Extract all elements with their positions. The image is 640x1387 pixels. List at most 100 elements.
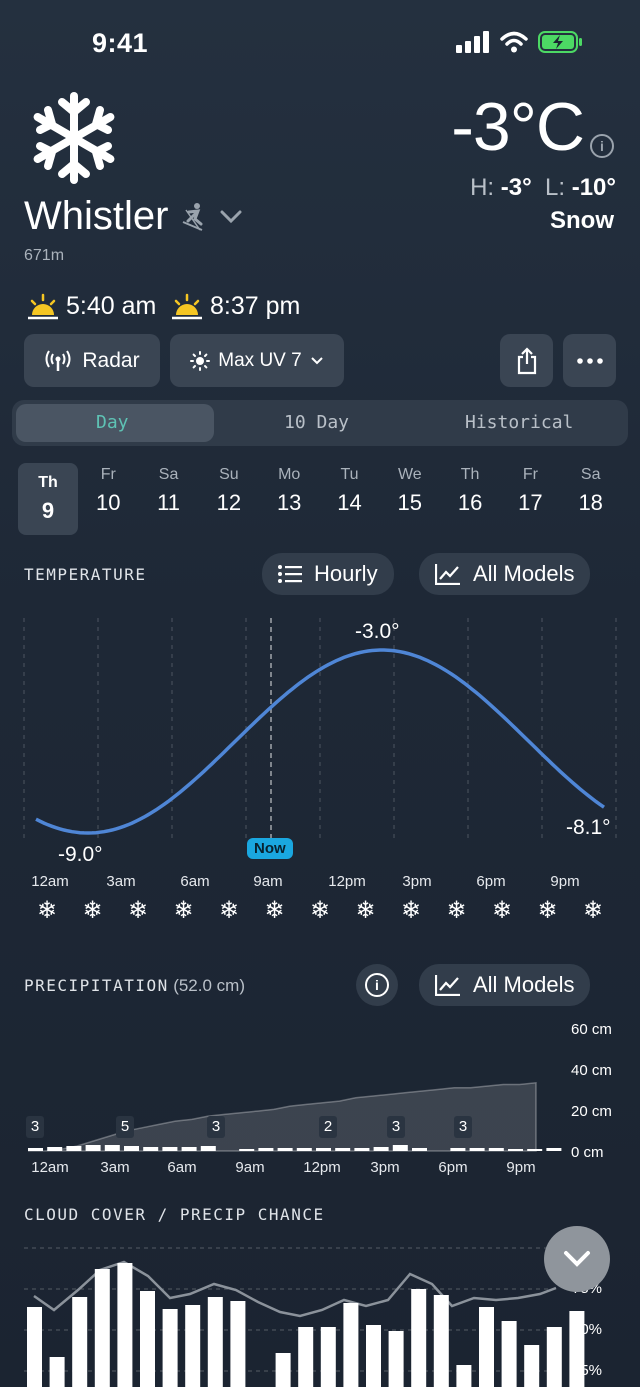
chevron-down-icon [564, 1251, 590, 1267]
day-number: 13 [276, 490, 302, 515]
cloud-bar [207, 1297, 223, 1387]
day-weekday: Su [219, 466, 239, 483]
snowflake-icon: ❄ [309, 897, 331, 924]
precip-bar [181, 1147, 197, 1151]
precip-bar [124, 1146, 139, 1151]
cloud-bar [524, 1345, 540, 1387]
location-selector[interactable]: Whistler [24, 194, 242, 239]
day-item[interactable]: Su 12 [199, 466, 259, 516]
share-button[interactable] [500, 334, 553, 387]
y-tick-label: 25% [572, 1362, 603, 1379]
precip-bar [162, 1147, 178, 1151]
x-tick-label: 12pm [328, 873, 366, 890]
sun-icon [190, 350, 211, 371]
tab-day[interactable]: Day [96, 412, 129, 433]
tab-10-day[interactable]: 10 Day [284, 412, 349, 433]
current-temperature: -3°C [451, 89, 585, 165]
uv-button[interactable]: Max UV 7 [170, 334, 344, 387]
x-tick-label: 6pm [438, 1159, 468, 1176]
day-item[interactable]: Th 16 [440, 466, 500, 516]
y-tick-label: 60 cm [571, 1021, 612, 1038]
scroll-down-button[interactable] [544, 1226, 610, 1292]
precip-bar [412, 1148, 427, 1151]
sunrise-time: 5:40 am [66, 292, 157, 320]
precip-bar [450, 1148, 466, 1151]
day-weekday: Sa [580, 466, 601, 483]
cloud-bar [479, 1307, 494, 1387]
snowflake-icon: ❄ [355, 897, 376, 924]
day-number: 17 [518, 490, 543, 515]
cloud-bar [320, 1327, 336, 1387]
cloud-bar [140, 1291, 155, 1387]
x-tick-label: 6am [180, 873, 210, 890]
cloud-bar [298, 1327, 314, 1387]
precipitation-models-button[interactable]: All Models [419, 964, 591, 1006]
day-item[interactable]: We 15 [380, 466, 440, 516]
y-tick-label: 0 cm [571, 1144, 604, 1161]
snowflake-icon: ❄ [173, 897, 194, 924]
x-tick-label: 12am [31, 873, 69, 890]
current-condition: Snow [550, 207, 614, 234]
sunrise: 5:40 am [26, 292, 156, 321]
radar-label: Radar [82, 348, 140, 372]
more-icon [576, 357, 603, 364]
x-tick-label: 12pm [303, 1159, 341, 1176]
day-weekday: Fr [100, 466, 116, 483]
day-item[interactable]: Fr 10 [78, 466, 138, 516]
snowflake-icon: ❄ [582, 897, 604, 924]
hourly-button[interactable]: Hourly [262, 553, 394, 595]
high-low: H: -3° L: -10° [470, 174, 616, 201]
precip-bar [28, 1148, 43, 1151]
chevron-down-icon [310, 356, 323, 364]
day-item[interactable]: Mo 13 [259, 466, 319, 516]
snowflake-icon: ❄ [400, 897, 422, 924]
day-number: 12 [216, 490, 242, 515]
precip-bar [296, 1148, 312, 1151]
x-tick-label: 9am [253, 873, 283, 890]
precip-bar [104, 1145, 120, 1151]
info-icon[interactable]: i [590, 134, 614, 158]
precipitation-total: (52.0 cm) [173, 976, 245, 995]
sunrise-icon [28, 293, 58, 319]
day-item[interactable]: Sa 11 [139, 466, 199, 516]
precip-bar [47, 1147, 63, 1151]
day-number: 16 [457, 490, 483, 515]
day-item[interactable]: Sa 18 [561, 466, 621, 516]
day-item[interactable]: Fr 17 [500, 466, 560, 516]
precip-bar-label: 3 [387, 1116, 405, 1138]
precip-bar [488, 1148, 504, 1151]
x-tick-label: 3am [100, 1159, 130, 1176]
more-button[interactable] [563, 334, 616, 387]
tab-historical[interactable]: Historical [465, 412, 573, 433]
day-item[interactable]: Th 9 [18, 463, 78, 535]
x-tick-label: 12am [31, 1159, 69, 1176]
precip-bar [546, 1148, 562, 1151]
snowflake-icon: ❄ [491, 897, 513, 924]
radar-button[interactable]: Radar [24, 334, 160, 387]
precipitation-info-button[interactable]: i [356, 964, 398, 1006]
day-weekday: Mo [278, 466, 301, 483]
precip-bar [143, 1147, 159, 1151]
cloud-bar [72, 1297, 88, 1387]
precip-bar [469, 1148, 485, 1151]
y-tick-label: 20 cm [571, 1103, 612, 1120]
day-weekday: Fr [522, 466, 538, 483]
status-icons [456, 30, 584, 54]
cloud-bar [433, 1295, 449, 1387]
temperature-models-button[interactable]: All Models [419, 553, 591, 595]
day-weekday: Tu [340, 466, 359, 483]
snowflake-icon: ❄ [218, 897, 240, 924]
day-item[interactable]: Tu 14 [320, 466, 380, 516]
cloud-bar [185, 1305, 201, 1387]
cloud-bar [94, 1269, 110, 1387]
x-tick-label: 9am [235, 1159, 265, 1176]
snowflake-icon: ❄ [446, 897, 467, 924]
snowflake-icon: ❄ [82, 897, 103, 924]
y-tick-label: 40 cm [571, 1062, 612, 1079]
status-time: 9:41 [92, 28, 149, 58]
cloud-bar [546, 1327, 562, 1387]
cloud-bar [456, 1365, 472, 1387]
day-number: 18 [578, 490, 603, 515]
temperature-chart [23, 618, 617, 842]
snow-weather-icon [33, 92, 115, 184]
